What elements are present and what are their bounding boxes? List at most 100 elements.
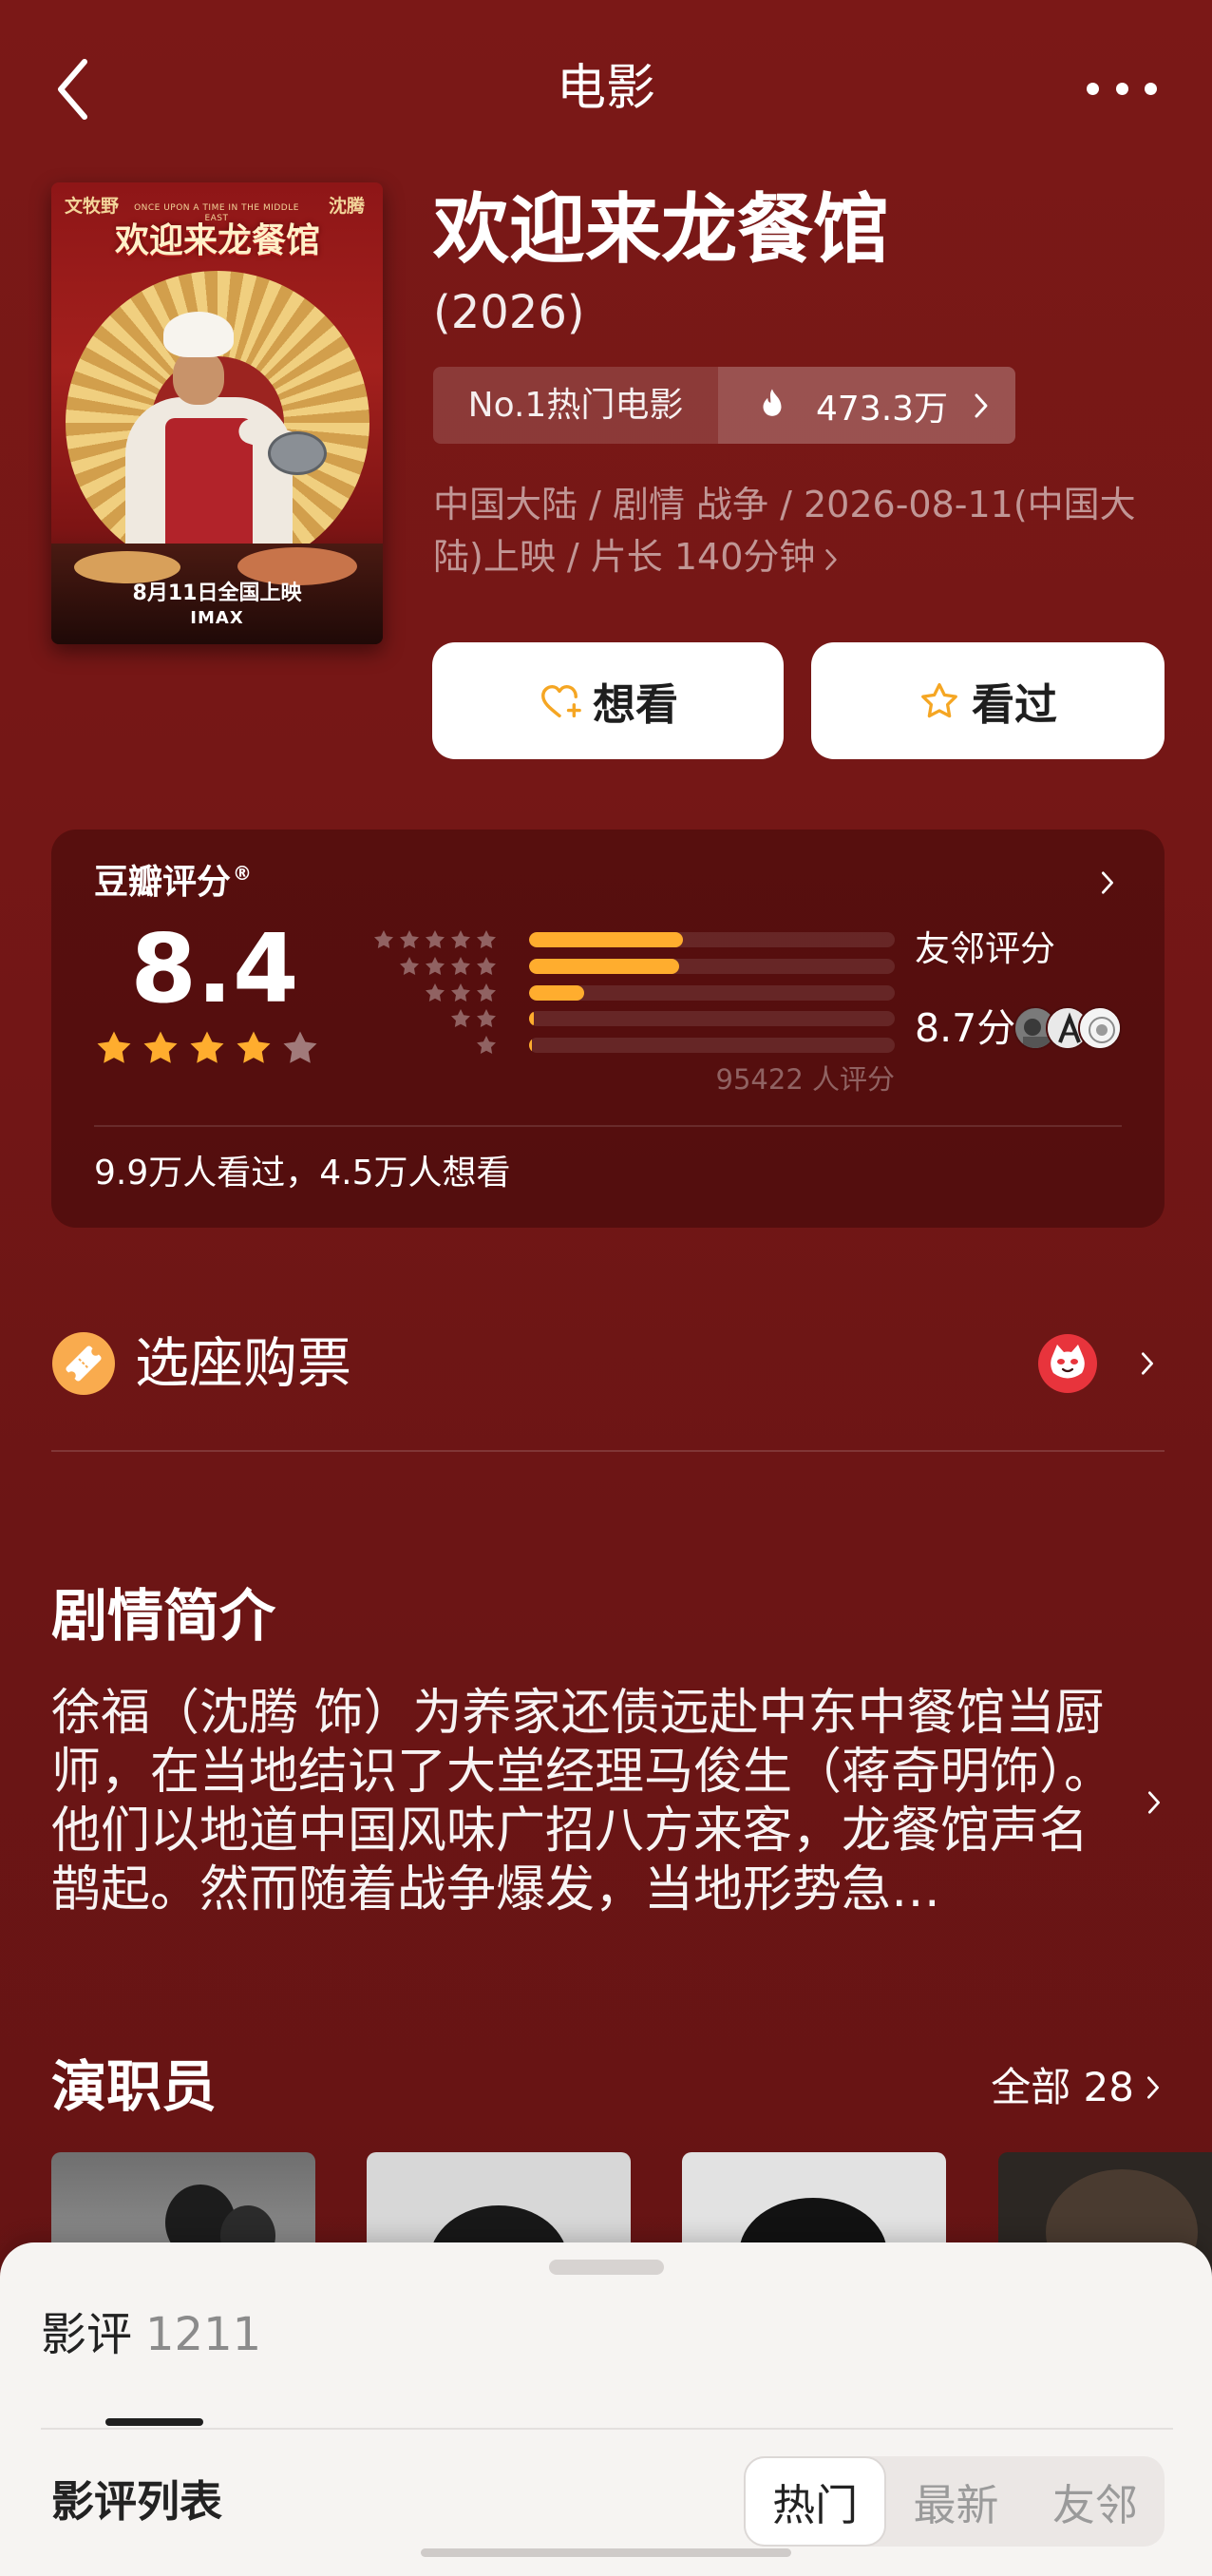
registered-mark: ®	[233, 862, 253, 885]
poster-release-date: 8月11日全国上映	[132, 582, 302, 605]
rating-level-bar	[529, 958, 895, 974]
review-sort-control: 热门 最新 友邻	[744, 2456, 1165, 2547]
rating-score: 8.4	[130, 913, 299, 1024]
small-star-icon	[374, 930, 393, 949]
sort-tab-hot[interactable]: 热门	[744, 2456, 887, 2547]
star-filled-icon	[143, 1031, 178, 1063]
home-indicator	[421, 2548, 791, 2557]
buy-tickets-row[interactable]: 选座购票	[51, 1311, 1165, 1416]
star-empty-icon	[283, 1031, 317, 1063]
friends-rating-label: 友邻评分	[915, 928, 1055, 969]
section-divider	[51, 1450, 1165, 1452]
flame-icon	[763, 388, 782, 416]
cast-all-label: 全部 28	[991, 2064, 1134, 2110]
star-filled-icon	[237, 1031, 271, 1063]
movie-year: (2026)	[433, 286, 585, 339]
small-star-icon	[477, 983, 496, 1002]
small-star-icon	[451, 956, 470, 975]
rating-divider	[94, 1125, 1122, 1127]
seen-label: 看过	[971, 679, 1057, 730]
movie-meta: 中国大陆 / 剧情 战争 / 2026-08-11(中国大陆)上映 / 片长 1…	[433, 484, 1136, 578]
rating-level-row	[365, 1007, 895, 1030]
more-dot	[1115, 82, 1128, 95]
maoyan-cat-logo-icon	[1038, 1334, 1097, 1393]
friends-rating-score: 8.7分	[915, 1005, 1016, 1051]
rating-level-stars	[365, 955, 498, 978]
movie-meta-link[interactable]: 中国大陆 / 剧情 战争 / 2026-08-11(中国大陆)上映 / 片长 1…	[433, 479, 1146, 583]
movie-detail-page: 电影 文牧野 沈腾 ONCE UPON A TIME IN THE MIDDLE…	[0, 0, 1212, 2576]
douban-rating-card[interactable]: 豆瓣评分 ® 8.4 95422 人评分 友邻评分 8.7分 9.9万人看过，4.…	[51, 830, 1165, 1228]
small-star-icon	[400, 956, 419, 975]
friend-avatars[interactable]	[1013, 1006, 1124, 1050]
chevron-right-icon[interactable]	[1146, 1790, 1162, 1815]
rating-level-bar	[529, 984, 895, 1001]
chevron-right-icon	[975, 393, 988, 417]
cast-all-link[interactable]: 全部 28	[950, 2064, 1161, 2111]
heat-value: 473.3万	[816, 389, 949, 429]
small-star-icon	[451, 983, 470, 1002]
rating-level-bar-fill	[529, 932, 683, 947]
heat-badge[interactable]: 473.3万	[718, 367, 1015, 444]
poster-director: 文牧野	[65, 196, 120, 217]
synopsis-text[interactable]: 徐福（沈腾 饰）为养家还债远赴中东中餐馆当厨师，在当地结识了大堂经理马俊生（蒋奇…	[51, 1684, 1120, 1919]
small-star-icon	[477, 956, 496, 975]
rating-level-bar	[529, 1011, 895, 1027]
tab-reviews[interactable]: 影评 1211	[41, 2306, 261, 2363]
more-button[interactable]	[1087, 76, 1157, 101]
more-dot	[1087, 82, 1099, 95]
want-to-watch-button[interactable]: 想看	[432, 642, 784, 759]
rating-level-bar-fill	[529, 1038, 532, 1053]
small-star-icon	[477, 1036, 496, 1055]
small-star-icon	[426, 930, 445, 949]
rating-level-bar-fill	[529, 958, 679, 974]
rating-level-row	[365, 982, 895, 1004]
rank-badge[interactable]: No.1热门电影	[433, 367, 718, 444]
movie-poster[interactable]: 文牧野 沈腾 ONCE UPON A TIME IN THE MIDDLE EA…	[51, 182, 383, 644]
rating-count: 95422 人评分	[715, 1063, 895, 1096]
poster-star: 沈腾	[329, 196, 366, 217]
poster-chef-apron	[165, 418, 253, 561]
active-tab-indicator	[105, 2418, 203, 2426]
reviews-count: 1211	[145, 2308, 262, 2361]
chevron-right-icon	[1101, 871, 1114, 894]
star-filled-icon	[190, 1031, 224, 1063]
rating-level-bar-fill	[529, 1011, 534, 1027]
rating-level-stars	[365, 1007, 498, 1030]
rating-title: 豆瓣评分 ®	[94, 864, 252, 902]
watched-button[interactable]: 看过	[811, 642, 1165, 759]
rating-label: 豆瓣评分	[94, 863, 232, 902]
cast-heading: 演职员	[51, 2054, 218, 2119]
sort-tab-latest[interactable]: 最新	[886, 2456, 1025, 2547]
poster-chef-hat	[163, 312, 234, 357]
rating-level-row	[365, 1034, 895, 1057]
small-star-icon	[426, 983, 445, 1002]
chevron-right-icon	[825, 548, 838, 570]
rating-level-row	[365, 928, 895, 951]
small-star-icon	[477, 930, 496, 949]
want-label: 想看	[592, 679, 678, 730]
poster-plate	[237, 547, 357, 585]
synopsis-heading: 剧情简介	[51, 1583, 276, 1649]
small-star-icon	[400, 930, 419, 949]
chevron-right-icon	[1146, 2076, 1160, 2099]
watch-summary: 9.9万人看过，4.5万人想看	[94, 1154, 511, 1193]
avatar	[1078, 1006, 1122, 1050]
poster-pan	[268, 431, 327, 475]
movie-title: 欢迎来龙餐馆	[433, 185, 889, 274]
star-filled-icon	[97, 1031, 131, 1063]
chevron-right-icon	[1141, 1352, 1154, 1375]
sheet-drag-handle[interactable]	[549, 2260, 664, 2275]
small-star-icon	[477, 1009, 496, 1028]
reviews-sheet: 影评 1211 影评列表 热门 最新 友邻	[0, 2242, 1212, 2576]
rating-level-bar	[529, 932, 895, 947]
rating-level-bar-fill	[529, 984, 584, 1001]
rating-level-bar	[529, 1038, 895, 1053]
poster-title: 欢迎来龙餐馆	[114, 221, 320, 260]
poster-chef-face	[173, 350, 224, 405]
rating-level-row	[365, 955, 895, 978]
small-star-icon	[426, 956, 445, 975]
heart-plus-icon	[541, 684, 581, 717]
rating-level-stars	[365, 1034, 498, 1057]
rating-level-stars	[365, 982, 498, 1004]
sort-tab-friends[interactable]: 友邻	[1026, 2456, 1165, 2547]
